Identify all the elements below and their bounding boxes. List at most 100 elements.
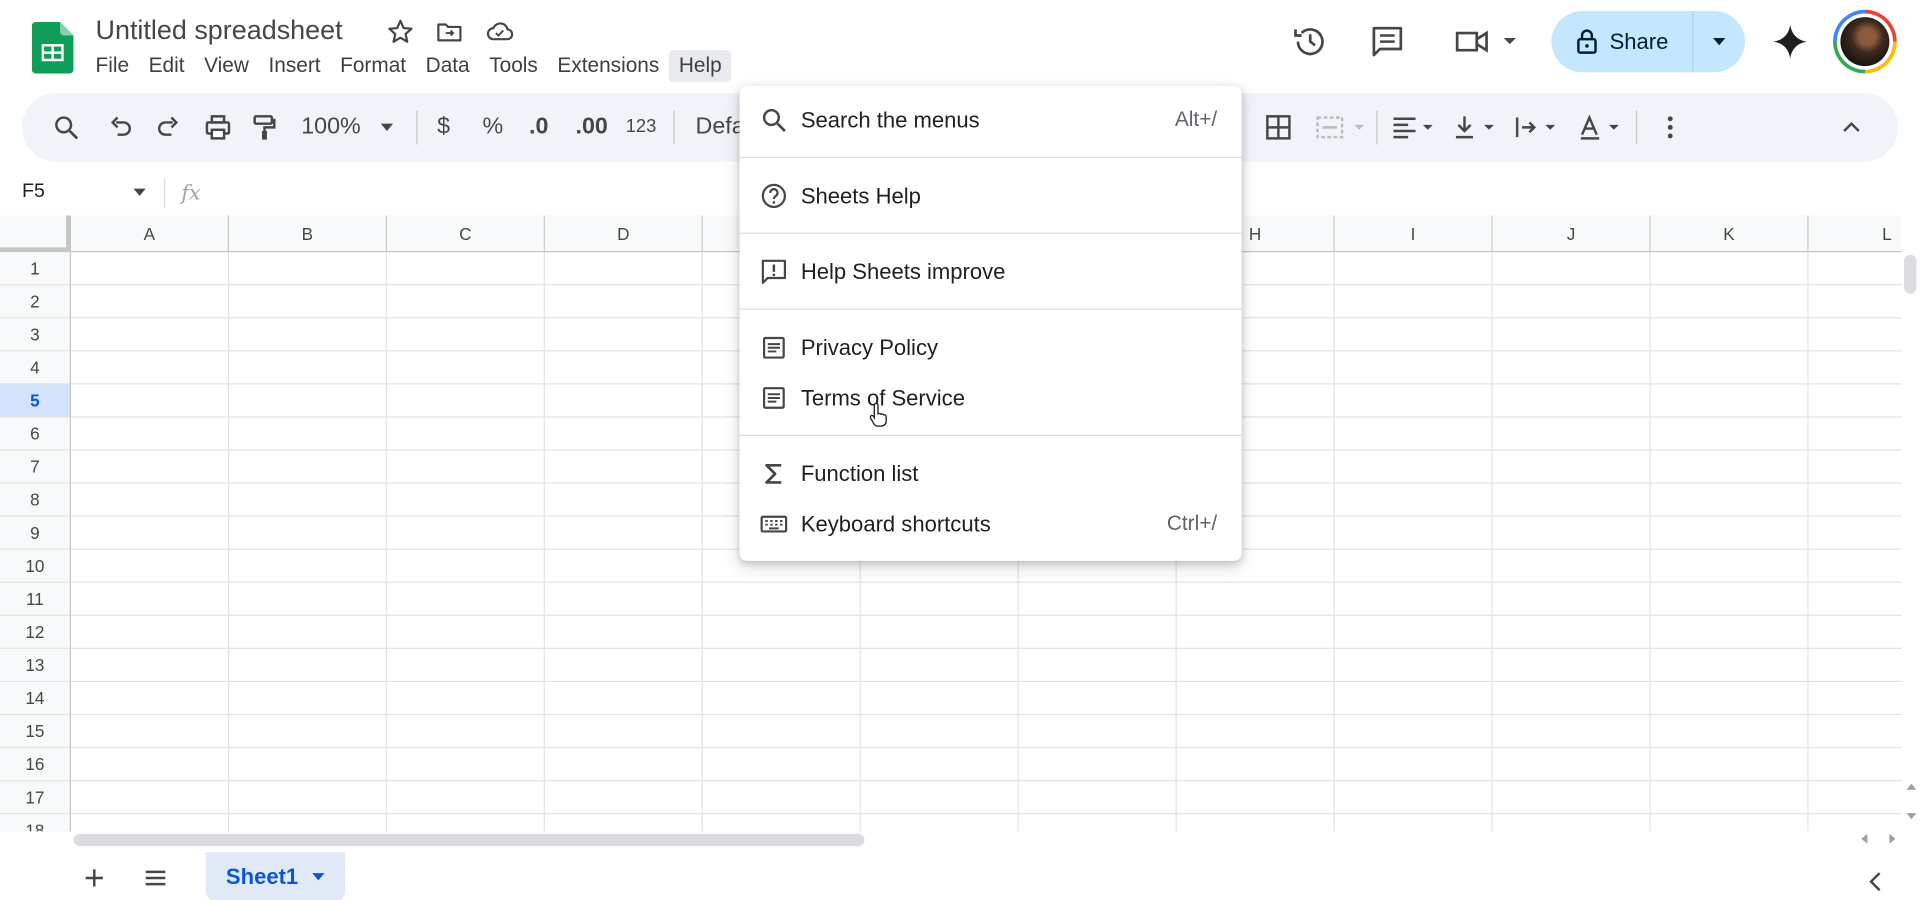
row-header-11[interactable]: 11	[0, 582, 72, 616]
document-icon	[759, 383, 788, 412]
menu-keyboard-shortcuts[interactable]: Keyboard shortcuts Ctrl+/	[740, 500, 1242, 549]
column-header-b[interactable]: B	[228, 215, 387, 253]
zoom-dropdown-icon[interactable]	[380, 122, 395, 132]
horizontal-align-icon[interactable]	[1391, 113, 1440, 142]
text-rotation-icon[interactable]	[1577, 113, 1626, 142]
sheet-tab-label: Sheet1	[225, 863, 299, 889]
borders-icon[interactable]	[1264, 113, 1293, 142]
share-main-button[interactable]: Share	[1551, 11, 1694, 73]
undo-icon[interactable]	[105, 113, 134, 142]
format-currency-button[interactable]: $	[437, 114, 450, 141]
side-panel-toggle-icon[interactable]	[1864, 869, 1888, 893]
menu-privacy-policy[interactable]: Privacy Policy	[740, 323, 1242, 372]
redo-icon[interactable]	[154, 113, 183, 142]
row-header-9[interactable]: 9	[0, 516, 72, 550]
paint-format-icon[interactable]	[250, 113, 279, 142]
search-menus-icon[interactable]	[51, 113, 80, 142]
row-header-15[interactable]: 15	[0, 715, 72, 749]
column-header-c[interactable]: C	[386, 215, 545, 253]
share-button[interactable]: Share	[1551, 11, 1745, 73]
grid-column-line	[1333, 252, 1335, 832]
more-options-icon[interactable]	[1656, 113, 1685, 142]
row-header-14[interactable]: 14	[0, 682, 72, 716]
row-header-8[interactable]: 8	[0, 483, 72, 517]
account-avatar[interactable]	[1833, 9, 1897, 74]
menu-search-menus[interactable]: Search the menus Alt+/	[740, 96, 1242, 145]
menu-terms-of-service[interactable]: Terms of Service	[740, 373, 1242, 422]
format-percent-button[interactable]: %	[482, 114, 503, 141]
menu-function-list[interactable]: Function list	[740, 449, 1242, 498]
vertical-scrollbar[interactable]	[1904, 254, 1917, 294]
menu-edit[interactable]: Edit	[139, 50, 194, 82]
star-icon[interactable]	[386, 17, 415, 46]
merge-cells-icon[interactable]	[1315, 113, 1369, 142]
help-circle-icon	[759, 181, 788, 210]
scroll-right-icon[interactable]	[1886, 833, 1898, 845]
column-header-k[interactable]: K	[1650, 215, 1809, 253]
menu-tools[interactable]: Tools	[479, 50, 547, 82]
column-header-d[interactable]: D	[544, 215, 703, 253]
column-header-i[interactable]: I	[1334, 215, 1493, 253]
menu-help[interactable]: Help	[669, 50, 732, 83]
row-header-10[interactable]: 10	[0, 549, 72, 583]
menu-view[interactable]: View	[194, 50, 258, 82]
menu-extensions[interactable]: Extensions	[548, 50, 669, 82]
menu-format[interactable]: Format	[330, 50, 416, 82]
row-header-3[interactable]: 3	[0, 318, 72, 352]
cloud-saved-icon[interactable]	[485, 17, 514, 46]
name-box-dropdown-icon[interactable]	[132, 187, 147, 197]
grid-row-line	[71, 647, 1902, 649]
text-wrapping-icon[interactable]	[1513, 113, 1562, 142]
decrease-decimal-button[interactable]: .0	[529, 114, 548, 141]
feedback-icon	[759, 257, 788, 286]
menu-insert[interactable]: Insert	[259, 50, 331, 82]
column-header-j[interactable]: J	[1492, 215, 1651, 253]
menu-help-improve[interactable]: Help Sheets improve	[740, 247, 1242, 296]
grid-row-line	[71, 813, 1902, 815]
print-icon[interactable]	[203, 113, 232, 142]
version-history-icon[interactable]	[1291, 22, 1330, 61]
vertical-align-icon[interactable]	[1452, 113, 1501, 142]
help-menu: Search the menus Alt+/ Sheets Help Help …	[739, 85, 1242, 561]
font-select[interactable]: Defa	[696, 114, 745, 141]
sheet-tab-dropdown-icon[interactable]	[310, 872, 325, 882]
column-header-a[interactable]: A	[71, 215, 229, 253]
name-box[interactable]: F5	[22, 181, 45, 203]
row-header-7[interactable]: 7	[0, 450, 72, 484]
zoom-select[interactable]: 100%	[301, 114, 361, 141]
row-header-4[interactable]: 4	[0, 351, 72, 385]
menu-keyboard-shortcuts-shortcut: Ctrl+/	[1166, 511, 1218, 536]
row-header-13[interactable]: 13	[0, 648, 72, 683]
horizontal-scrollbar[interactable]	[73, 833, 865, 847]
scroll-down-icon[interactable]	[1905, 812, 1917, 822]
all-sheets-icon[interactable]	[142, 864, 169, 891]
more-formats-button[interactable]: 123	[626, 116, 657, 137]
row-header-1[interactable]: 1	[0, 252, 72, 286]
move-folder-icon[interactable]	[435, 17, 464, 46]
row-header-17[interactable]: 17	[0, 781, 72, 815]
row-header-16[interactable]: 16	[0, 748, 72, 782]
row-header-18[interactable]: 18	[0, 814, 72, 832]
row-header-12[interactable]: 12	[0, 615, 72, 649]
scroll-left-icon[interactable]	[1859, 833, 1871, 845]
scroll-up-icon[interactable]	[1905, 781, 1917, 791]
gemini-icon[interactable]	[1771, 22, 1810, 61]
menu-sheets-help[interactable]: Sheets Help	[740, 171, 1242, 220]
menu-data[interactable]: Data	[416, 50, 480, 82]
sheets-logo-icon[interactable]	[31, 22, 74, 74]
sheet-tab[interactable]: Sheet1	[205, 852, 346, 900]
increase-decimal-button[interactable]: .00	[576, 114, 608, 141]
meet-icon[interactable]	[1452, 22, 1516, 61]
select-all-corner[interactable]	[0, 215, 72, 253]
menu-file[interactable]: File	[86, 50, 139, 82]
comments-icon[interactable]	[1368, 22, 1407, 61]
share-dropdown-icon[interactable]	[1693, 11, 1744, 72]
grid-column-line	[1807, 252, 1809, 832]
row-header-2[interactable]: 2	[0, 285, 72, 319]
row-header-5[interactable]: 5	[0, 384, 72, 418]
column-header-l[interactable]: L	[1808, 215, 1902, 253]
document-title[interactable]: Untitled spreadsheet	[96, 15, 343, 47]
collapse-toolbar-icon[interactable]	[1837, 113, 1866, 142]
add-sheet-icon[interactable]	[81, 864, 108, 891]
row-header-6[interactable]: 6	[0, 417, 72, 451]
